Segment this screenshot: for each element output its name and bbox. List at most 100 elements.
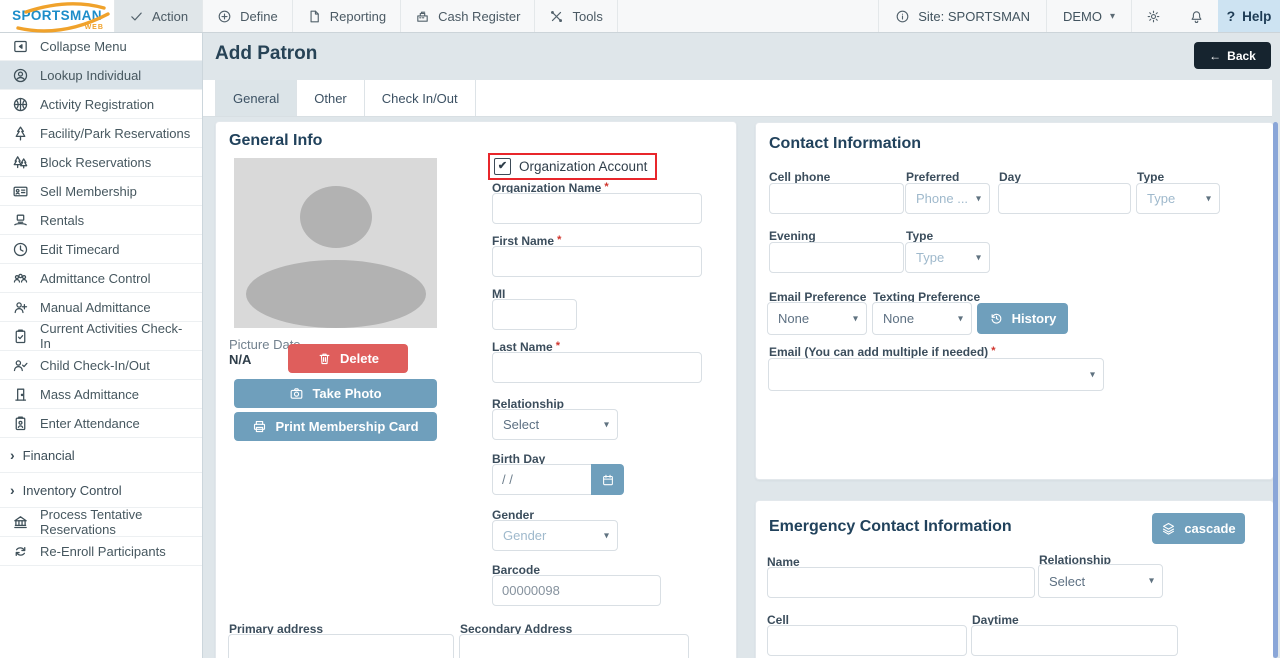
sidebar-item-process-tentative-reservations[interactable]: Process Tentative Reservations <box>0 508 202 537</box>
sidebar-item-facility-park-reservations[interactable]: Facility/Park Reservations <box>0 119 202 148</box>
layers-icon <box>1161 521 1176 536</box>
sidebar-item-activity-registration[interactable]: Activity Registration <box>0 90 202 119</box>
emergency-cell-input[interactable] <box>767 625 967 656</box>
barcode-input[interactable] <box>492 575 661 606</box>
sidebar-item-block-reservations[interactable]: Block Reservations <box>0 148 202 177</box>
app-logo[interactable]: SPORTSMAN WEB <box>0 0 114 32</box>
sidebar-item-lookup-individual[interactable]: Lookup Individual <box>0 61 202 90</box>
sidebar-group-inventory-control[interactable]: Inventory Control <box>0 473 202 508</box>
settings-button[interactable] <box>1132 0 1175 32</box>
emergency-daytime-input[interactable] <box>971 625 1178 656</box>
sidebar-item-rentals[interactable]: Rentals <box>0 206 202 235</box>
texting-preference-select[interactable]: None <box>872 302 972 335</box>
sidebar-item-sell-membership[interactable]: Sell Membership <box>0 177 202 206</box>
sidebar-group-financial[interactable]: Financial <box>0 438 202 473</box>
print-membership-card-button[interactable]: Print Membership Card <box>234 412 437 441</box>
preferred-select[interactable]: Phone ... <box>905 183 990 214</box>
help-button[interactable]: Help <box>1218 0 1280 32</box>
cascade-button[interactable]: cascade <box>1152 513 1245 544</box>
back-button-label: Back <box>1227 49 1256 63</box>
person-plus-icon <box>12 299 29 316</box>
first-name-input[interactable] <box>492 246 702 277</box>
organization-account-label: Organization Account <box>519 159 647 174</box>
history-button[interactable]: History <box>977 303 1068 334</box>
sidebar-item-edit-timecard[interactable]: Edit Timecard <box>0 235 202 264</box>
menu-define[interactable]: Define <box>203 0 293 32</box>
account-label: DEMO <box>1063 9 1102 24</box>
organization-account-checkbox[interactable]: Organization Account <box>488 153 657 180</box>
app-root: SPORTSMAN WEB ActionDefineReportingCash … <box>0 0 1280 658</box>
sidebar-item-enter-attendance[interactable]: Enter Attendance <box>0 409 202 438</box>
menu-tools[interactable]: Tools <box>535 0 617 32</box>
emergency-name-input[interactable] <box>767 567 1035 598</box>
email-label: Email (You can add multiple if needed) <box>769 345 995 359</box>
door-icon <box>12 386 29 403</box>
take-photo-button[interactable]: Take Photo <box>234 379 437 408</box>
document-icon <box>307 9 322 24</box>
secondary-address-input[interactable] <box>459 634 689 658</box>
primary-address-input[interactable] <box>228 634 454 658</box>
vertical-scrollbar[interactable] <box>1273 122 1278 658</box>
menu-reporting[interactable]: Reporting <box>293 0 401 32</box>
trees-icon <box>12 154 29 171</box>
plus-circle-icon <box>217 9 232 24</box>
page-title: Add Patron <box>215 43 317 65</box>
tab-check-in-out[interactable]: Check In/Out <box>365 80 476 116</box>
day-type-select[interactable]: Type <box>1136 183 1220 214</box>
birth-day-input[interactable] <box>492 464 592 495</box>
cell-phone-label: Cell phone <box>769 170 830 184</box>
check-icon <box>129 9 144 24</box>
emergency-relationship-select[interactable]: Select <box>1038 564 1163 598</box>
evening-phone-input[interactable] <box>769 242 904 273</box>
evening-type-select[interactable]: Type <box>905 242 990 273</box>
calendar-icon <box>601 473 615 487</box>
account-menu[interactable]: DEMO <box>1046 0 1132 32</box>
last-name-input[interactable] <box>492 352 702 383</box>
help-label: Help <box>1242 9 1271 24</box>
clock-icon <box>12 241 29 258</box>
sidebar-item-re-enroll-participants[interactable]: Re-Enroll Participants <box>0 537 202 566</box>
id-card-icon <box>12 183 29 200</box>
emergency-contact-panel: Emergency Contact Information cascade Na… <box>755 500 1274 658</box>
contact-information-panel: Contact Information Cell phone Preferred… <box>755 122 1274 480</box>
mi-input[interactable] <box>492 299 577 330</box>
notifications-button[interactable] <box>1175 0 1218 32</box>
refresh-icon <box>12 543 29 560</box>
gear-icon <box>1146 9 1161 24</box>
sidebar-item-collapse-menu[interactable]: Collapse Menu <box>0 32 202 61</box>
logo-subtext: WEB <box>85 24 104 31</box>
day-type-label: Type <box>1137 170 1164 184</box>
patron-photo-placeholder <box>234 158 437 328</box>
camera-icon <box>289 386 304 401</box>
sidebar-item-child-check-in-out[interactable]: Child Check-In/Out <box>0 351 202 380</box>
email-combo[interactable] <box>768 358 1104 391</box>
site-indicator[interactable]: Site: SPORTSMAN <box>878 0 1046 32</box>
topbar-right: Site: SPORTSMAN DEMO Help <box>878 0 1280 32</box>
emergency-contact-title: Emergency Contact Information <box>769 518 1012 536</box>
sidebar-item-current-activities-check-in[interactable]: Current Activities Check-In <box>0 322 202 351</box>
organization-name-input[interactable] <box>492 193 702 224</box>
tab-other[interactable]: Other <box>297 80 365 116</box>
tab-general[interactable]: General <box>215 80 297 116</box>
email-preference-select[interactable]: None <box>767 302 867 335</box>
delete-photo-button[interactable]: Delete <box>288 344 408 373</box>
sidebar-item-mass-admittance[interactable]: Mass Admittance <box>0 380 202 409</box>
sidebar-item-manual-admittance[interactable]: Manual Admittance <box>0 293 202 322</box>
history-icon <box>989 311 1004 326</box>
back-button[interactable]: Back <box>1194 42 1271 69</box>
evening-type-label: Type <box>906 229 933 243</box>
sidebar-item-admittance-control[interactable]: Admittance Control <box>0 264 202 293</box>
general-info-panel: General Info Picture Date N/A Delete Tak… <box>215 121 737 658</box>
birth-day-calendar-button[interactable] <box>591 464 624 495</box>
day-phone-input[interactable] <box>998 183 1131 214</box>
cell-phone-input[interactable] <box>769 183 904 214</box>
menu-action[interactable]: Action <box>114 0 203 32</box>
relationship-select[interactable]: Select <box>492 409 618 440</box>
site-label: Site: SPORTSMAN <box>918 9 1030 24</box>
evening-phone-label: Evening <box>769 229 816 243</box>
menu-cash-register[interactable]: Cash Register <box>401 0 535 32</box>
person-circle-icon <box>12 67 29 84</box>
gender-select[interactable]: Gender <box>492 520 618 551</box>
contact-information-title: Contact Information <box>769 135 921 153</box>
collapse-icon <box>12 38 29 55</box>
